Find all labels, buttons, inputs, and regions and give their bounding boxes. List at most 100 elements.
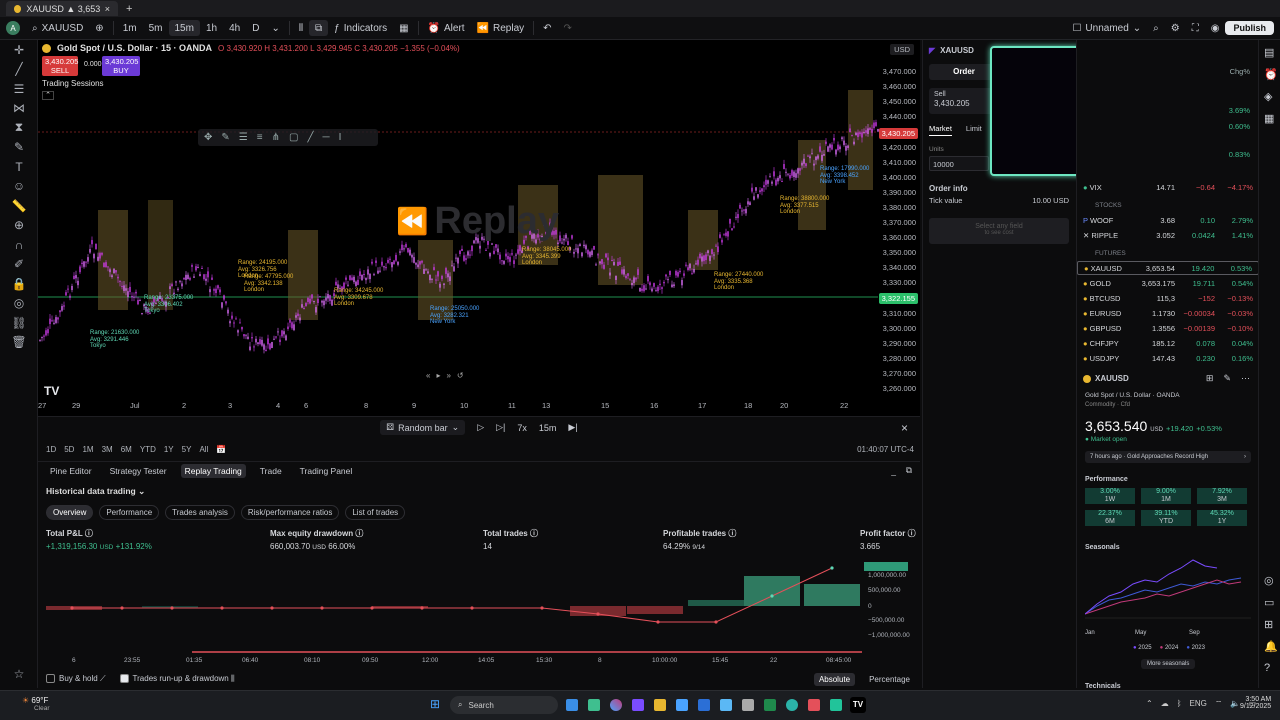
settings-gear-icon[interactable]: ⚙	[1165, 17, 1186, 40]
collapse-legend-icon[interactable]: ⌃	[42, 91, 54, 100]
watchlist-icon[interactable]: ▤	[1264, 46, 1274, 59]
info-icon[interactable]: ⓘ	[728, 529, 736, 538]
order-tab[interactable]: Order	[929, 64, 999, 80]
currency-label[interactable]: USD	[890, 44, 914, 55]
maximize-panel-icon[interactable]: ⧉	[906, 465, 912, 476]
word-icon[interactable]	[698, 699, 710, 711]
watchlist-row[interactable]: ● GBPUSD 1.3556 −0.00139 −0.10%	[1077, 321, 1259, 335]
tab-trading-panel[interactable]: Trading Panel	[296, 464, 357, 478]
interval-d[interactable]: D	[246, 17, 265, 40]
watchlist-row[interactable]: ● XAUUSD 3,653.54 19.420 0.53%	[1077, 261, 1259, 275]
performance-cell[interactable]: 9.00% 1M	[1141, 488, 1191, 504]
link-icon[interactable]: ⛓	[0, 313, 38, 333]
reset-icon[interactable]: ↺	[457, 371, 464, 380]
music-icon[interactable]	[808, 699, 820, 711]
trading-sessions-indicator[interactable]: Trading Sessions	[42, 79, 460, 88]
undo-icon[interactable]: ↶	[537, 17, 557, 40]
section-futures[interactable]: FUTURES	[1095, 250, 1126, 257]
tab-limit[interactable]: Limit	[966, 124, 982, 136]
weather-widget[interactable]: ☀ 69°F Clear	[22, 696, 50, 712]
info-icon[interactable]: ⓘ	[908, 529, 916, 538]
range-all[interactable]: All	[199, 445, 208, 454]
pitchfork-icon[interactable]: ⋔	[272, 132, 280, 143]
subtab-risk-ratios[interactable]: Risk/performance ratios	[240, 505, 340, 520]
azure-icon[interactable]	[720, 699, 732, 711]
alert-button[interactable]: ⏰ Alert	[422, 17, 471, 40]
replay-interval-button[interactable]: 15m	[539, 423, 557, 433]
subtab-performance[interactable]: Performance	[99, 505, 160, 520]
compare-symbol-button[interactable]: ⊕	[89, 17, 109, 40]
detail-name[interactable]: Gold Spot / U.S. Dollar · OANDA	[1085, 392, 1180, 399]
edge-icon[interactable]	[786, 699, 798, 711]
random-bar-button[interactable]: ⚄ Random bar ⌄	[380, 420, 466, 435]
redo-icon[interactable]: ↷	[558, 17, 578, 40]
watchlist-row-vix[interactable]: ● VIX 14.71 −0.64 −4.17%	[1077, 180, 1259, 194]
play-small-icon[interactable]: ▸	[436, 371, 440, 380]
close-replay-icon[interactable]: ×	[901, 421, 908, 435]
interval-dropdown-icon[interactable]: ⌄	[265, 17, 285, 40]
historical-trading-header[interactable]: Historical data trading ⌄	[46, 486, 145, 497]
watchlist-row[interactable]: ● BTCUSD 115,3 −152 −0.13%	[1077, 291, 1259, 305]
browser-tab[interactable]: XAUUSD ▲ 3,653.540 +0.53% ×	[6, 1, 118, 16]
excel-icon[interactable]	[764, 699, 776, 711]
jump-to-realtime-icon[interactable]: ▶|	[568, 422, 577, 433]
fullscreen-icon[interactable]: ⛶	[1186, 17, 1205, 40]
layout-menu[interactable]: ☐ Unnamed ⌄	[1066, 17, 1147, 40]
volume-icon[interactable]: 🔈	[1230, 699, 1240, 709]
watchlist-row[interactable]: ● EURUSD 1.1730 −0.00034 −0.03%	[1077, 306, 1259, 320]
subtab-trades-analysis[interactable]: Trades analysis	[165, 505, 235, 520]
cursor-text-icon[interactable]: I	[339, 132, 342, 143]
help-icon[interactable]: ?	[1264, 662, 1270, 674]
buy-hold-checkbox[interactable]: Buy & hold ⟋	[46, 674, 106, 684]
edit-icon[interactable]: ✎	[1223, 373, 1231, 384]
pen-icon[interactable]: ✎	[221, 132, 229, 143]
camera-icon[interactable]: ◉	[1205, 17, 1226, 40]
pen-app-icon[interactable]	[742, 699, 754, 711]
trend-line-icon[interactable]: ╱	[0, 60, 38, 80]
notes-icon[interactable]: ▦	[1264, 112, 1274, 125]
chg-pct-header[interactable]: Chg%	[1230, 67, 1250, 76]
interval-4h[interactable]: 4h	[223, 17, 246, 40]
app-green-icon[interactable]	[830, 699, 842, 711]
templates-icon[interactable]: ▦	[393, 17, 414, 40]
performance-cell[interactable]: 3.00% 1W	[1085, 488, 1135, 504]
zoom-icon[interactable]: ⊕	[0, 216, 38, 236]
ray-icon[interactable]: ╱	[307, 132, 313, 143]
favorites-star-icon[interactable]: ☆	[0, 664, 38, 684]
range-1m[interactable]: 1M	[82, 445, 93, 454]
play-icon[interactable]: ▷	[477, 422, 484, 433]
info-icon[interactable]: ⓘ	[530, 529, 538, 538]
fib-icon[interactable]: ☰	[0, 79, 38, 99]
file-explorer-icon[interactable]	[566, 699, 578, 711]
sell-side-button[interactable]: Sell 3,430.205	[929, 88, 995, 114]
range-1y[interactable]: 1Y	[164, 445, 174, 454]
rewind-small-icon[interactable]: «	[426, 371, 430, 380]
trash-icon[interactable]: 🗑	[0, 333, 38, 353]
grid-icon[interactable]: ⊞	[1206, 373, 1214, 384]
text-icon[interactable]: T	[0, 157, 38, 177]
units-input[interactable]: 10000	[929, 156, 989, 171]
bluetooth-icon[interactable]: ᛒ	[1177, 699, 1182, 709]
interval-1m[interactable]: 1m	[117, 17, 143, 40]
pattern-icon[interactable]: ⋈	[0, 99, 38, 119]
close-tab-icon[interactable]: ×	[105, 4, 110, 14]
buy-button[interactable]: 3,430.205 BUY	[102, 56, 140, 76]
range-ytd[interactable]: YTD	[140, 445, 156, 454]
wifi-icon[interactable]: ⌔	[1215, 699, 1223, 709]
store-icon[interactable]	[676, 699, 688, 711]
taskbar-clock[interactable]: 3:50 AM 9/12/2025	[1240, 696, 1271, 710]
candles-style-icon[interactable]: ⧉	[309, 20, 329, 36]
layers-icon[interactable]: ◈	[1264, 90, 1272, 103]
chevron-up-icon[interactable]: ⌃	[1146, 699, 1153, 709]
calendar-icon[interactable]: 📅	[216, 445, 226, 454]
news-headline[interactable]: 7 hours ago · Gold Approaches Record Hig…	[1085, 451, 1251, 463]
crosshair-icon[interactable]: ✛	[0, 40, 38, 60]
minimize-panel-icon[interactable]: _	[891, 466, 896, 476]
performance-cell[interactable]: 39.11% YTD	[1141, 510, 1191, 526]
watchlist-row-ripple[interactable]: ✕ RIPPLE 3.052 0.0424 1.41%	[1077, 228, 1259, 242]
watchlist-row[interactable]: ● CHFJPY 185.12 0.078 0.04%	[1077, 336, 1259, 350]
technicals-title[interactable]: Technicals	[1085, 683, 1121, 690]
forward-small-icon[interactable]: »	[446, 371, 450, 380]
sell-button[interactable]: 3,430.205 SELL	[42, 56, 78, 76]
performance-cell[interactable]: 45.32% 1Y	[1197, 510, 1247, 526]
